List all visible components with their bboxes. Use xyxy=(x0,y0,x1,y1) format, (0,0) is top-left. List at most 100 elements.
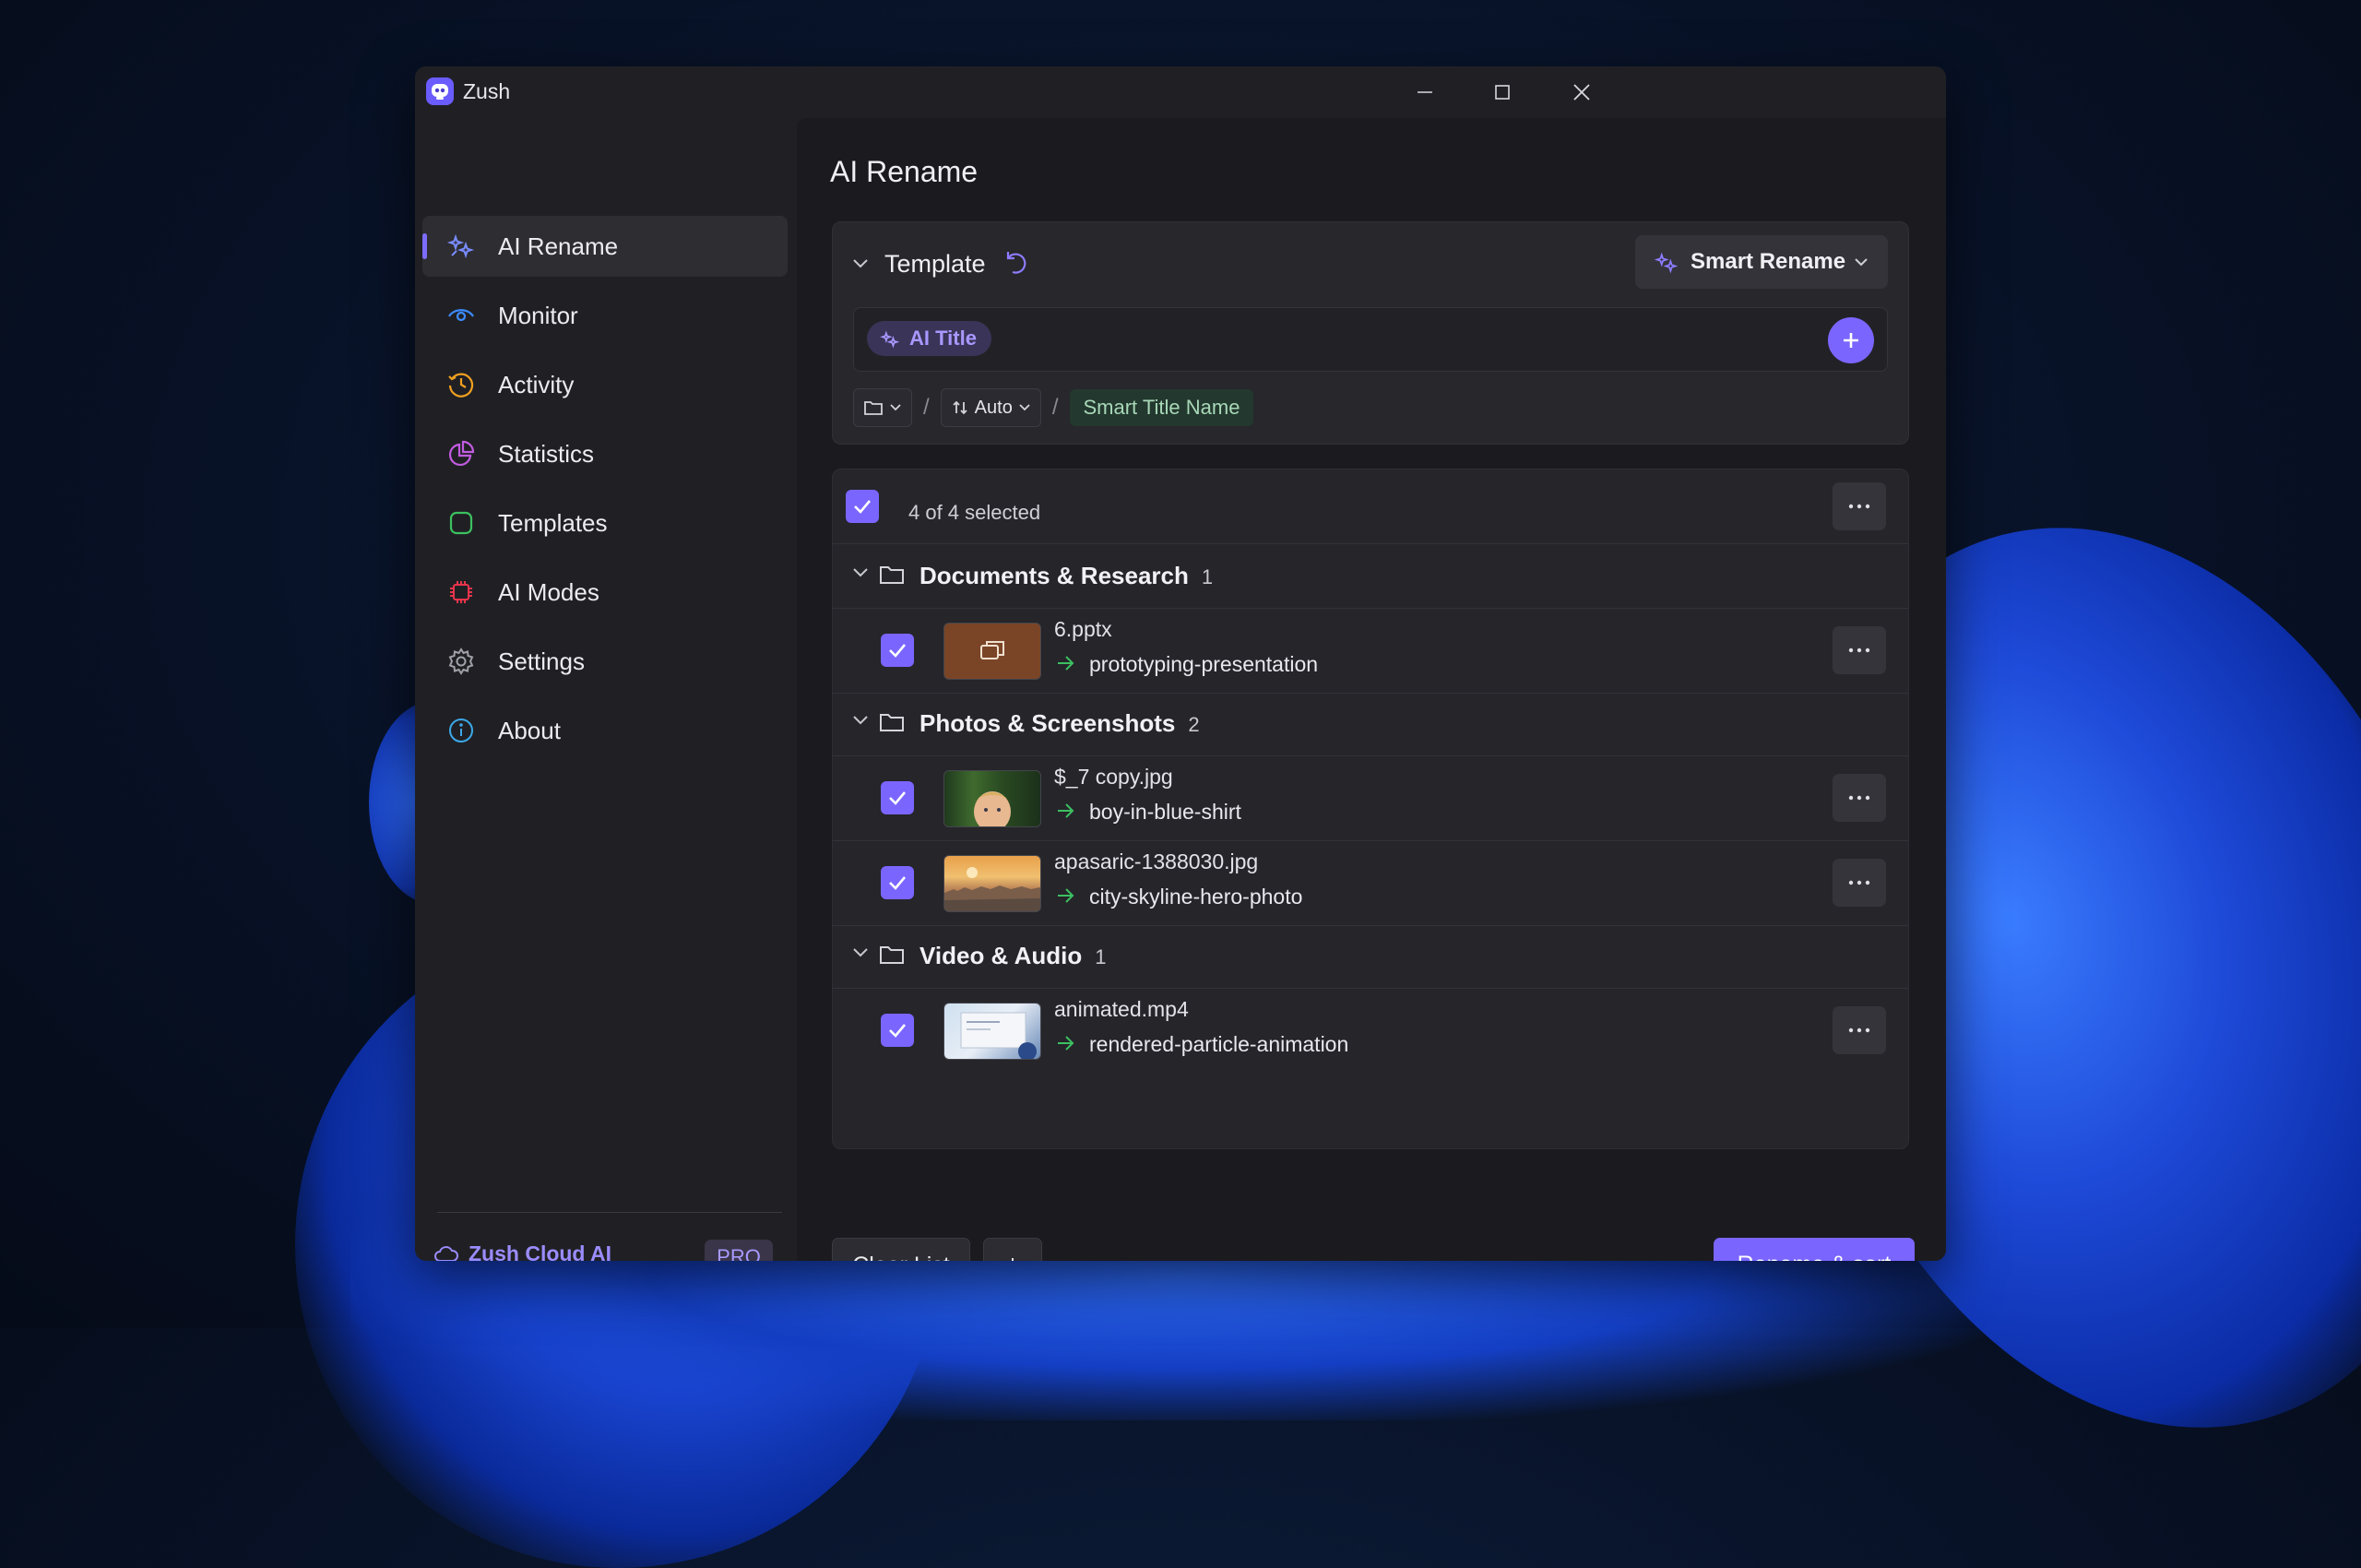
chevron-down-icon xyxy=(851,566,870,584)
arrow-right-icon xyxy=(1054,885,1076,911)
template-input[interactable]: AI Title xyxy=(853,307,1888,372)
sidebar-item-label: Monitor xyxy=(498,301,578,329)
sidebar-item-statistics[interactable]: Statistics xyxy=(422,423,788,484)
group-header-documents[interactable]: Documents & Research 1 xyxy=(833,543,1908,608)
chevron-down-icon xyxy=(1019,404,1030,411)
file-more-button[interactable] xyxy=(1833,859,1886,907)
group-name: Photos & Screenshots 2 xyxy=(919,709,1200,738)
bottom-action-bar: Clear List Rename & sort xyxy=(832,1238,1915,1261)
add-token-button[interactable] xyxy=(1828,317,1874,363)
chevron-down-icon xyxy=(851,946,870,964)
sidebar-item-about[interactable]: About xyxy=(422,700,788,761)
smart-rename-dropdown[interactable]: Smart Rename xyxy=(1635,235,1888,289)
sparkle-icon xyxy=(1654,252,1679,274)
chevron-down-icon xyxy=(890,404,901,411)
sort-auto-label: Auto xyxy=(974,397,1013,418)
undo-icon[interactable] xyxy=(1004,248,1028,280)
chevron-down-icon xyxy=(851,714,870,731)
new-filename: prototyping-presentation xyxy=(1089,652,1319,676)
group-count: 1 xyxy=(1095,945,1107,968)
file-row[interactable]: apasaric-1388030.jpg city-skyline-hero-p… xyxy=(833,840,1908,925)
sidebar-item-monitor[interactable]: Monitor xyxy=(422,285,788,346)
group-header-photos[interactable]: Photos & Screenshots 2 xyxy=(833,691,1908,755)
sidebar-item-label: Settings xyxy=(498,647,585,675)
file-checkbox[interactable] xyxy=(881,1014,914,1047)
more-options-button[interactable] xyxy=(1833,482,1886,530)
group-name: Documents & Research 1 xyxy=(919,562,1213,590)
ellipsis-icon xyxy=(1848,1028,1870,1033)
file-more-button[interactable] xyxy=(1833,626,1886,674)
checkmark-icon xyxy=(854,500,871,514)
file-row[interactable]: $_7 copy.jpg boy-in-blue-shirt xyxy=(833,755,1908,840)
checkmark-icon xyxy=(889,791,906,805)
checkmark-icon xyxy=(889,876,906,890)
pptx-thumbnail xyxy=(943,623,1041,680)
new-filename: rendered-particle-animation xyxy=(1089,1032,1349,1056)
sidebar-item-templates[interactable]: Templates xyxy=(422,493,788,553)
file-row[interactable]: 6.pptx prototyping-presentation xyxy=(833,608,1908,693)
history-icon xyxy=(446,370,476,399)
cloud-label: Zush Cloud AI xyxy=(469,1241,612,1261)
sidebar-item-settings[interactable]: Settings xyxy=(422,631,788,692)
ellipsis-icon xyxy=(1848,880,1870,885)
file-checkbox[interactable] xyxy=(881,634,914,667)
zush-cloud-ai-link[interactable]: Zush Cloud AI xyxy=(433,1241,611,1261)
sidebar-item-label: Activity xyxy=(498,370,575,398)
pro-badge: PRO xyxy=(705,1240,773,1261)
cloud-icon xyxy=(434,1245,458,1261)
sort-auto-dropdown[interactable]: Auto xyxy=(940,388,1041,427)
group-header-video[interactable]: Video & Audio 1 xyxy=(833,923,1908,988)
file-list-card: 4 of 4 selected Documents & Research 1 6.… xyxy=(832,469,1909,1149)
minimize-button[interactable] xyxy=(1393,74,1457,111)
sidebar-item-ai-modes[interactable]: AI Modes xyxy=(422,562,788,623)
group-name-text: Photos & Screenshots xyxy=(919,709,1176,737)
checkmark-icon xyxy=(889,1024,906,1038)
ai-title-chip[interactable]: AI Title xyxy=(867,321,991,356)
file-checkbox[interactable] xyxy=(881,781,914,814)
sidebar-item-label: AI Rename xyxy=(498,232,619,260)
folder-picker-button[interactable] xyxy=(853,388,912,427)
close-button[interactable] xyxy=(1549,74,1614,111)
group-name-text: Documents & Research xyxy=(919,562,1189,589)
sidebar-item-label: Templates xyxy=(498,508,608,537)
select-all-checkbox[interactable] xyxy=(846,490,879,523)
file-more-button[interactable] xyxy=(1833,1006,1886,1054)
checkmark-icon xyxy=(889,644,906,658)
video-thumbnail xyxy=(943,1003,1041,1060)
arrow-right-icon xyxy=(1054,1032,1076,1059)
chevron-down-icon xyxy=(1855,258,1868,267)
sort-arrows-icon xyxy=(953,400,967,415)
file-more-button[interactable] xyxy=(1833,774,1886,822)
ellipsis-icon xyxy=(1848,795,1870,801)
file-checkbox[interactable] xyxy=(881,866,914,899)
clear-list-button[interactable]: Clear List xyxy=(832,1238,970,1261)
sidebar-item-label: Statistics xyxy=(498,439,595,468)
maximize-button[interactable] xyxy=(1470,74,1535,111)
chevron-down-icon[interactable] xyxy=(851,257,870,275)
file-row[interactable]: animated.mp4 rendered-particle-animation xyxy=(833,988,1908,1073)
ai-title-label: AI Title xyxy=(909,327,977,350)
template-icon xyxy=(446,508,476,538)
template-label: Template xyxy=(884,250,986,278)
sparkle-icon xyxy=(880,330,900,349)
sidebar: AI Rename Monitor Activity Statistics Te… xyxy=(415,116,795,1261)
rename-and-sort-button[interactable]: Rename & sort xyxy=(1714,1238,1915,1261)
sidebar-item-activity[interactable]: Activity xyxy=(422,354,788,415)
arrow-right-icon xyxy=(1054,800,1076,826)
folder-icon xyxy=(879,944,905,970)
smart-title-name-chip[interactable]: Smart Title Name xyxy=(1069,389,1254,426)
main-panel: AI Rename Template Smart Rename AI Title xyxy=(797,118,1946,1261)
photo-boy-thumbnail xyxy=(943,770,1041,827)
add-files-button[interactable] xyxy=(983,1238,1042,1261)
presentation-icon xyxy=(980,641,1004,659)
template-card: Template Smart Rename AI Title / Auto / … xyxy=(832,221,1909,445)
group-count: 2 xyxy=(1188,713,1200,736)
plus-icon xyxy=(1012,1258,1014,1261)
sidebar-item-ai-rename[interactable]: AI Rename xyxy=(422,216,788,277)
gear-icon xyxy=(446,647,476,676)
title-bar: Zush xyxy=(415,66,1946,116)
chip-icon xyxy=(446,577,476,607)
original-filename: apasaric-1388030.jpg xyxy=(1054,849,1259,873)
path-separator: / xyxy=(923,395,930,420)
app-logo-icon xyxy=(426,77,454,105)
